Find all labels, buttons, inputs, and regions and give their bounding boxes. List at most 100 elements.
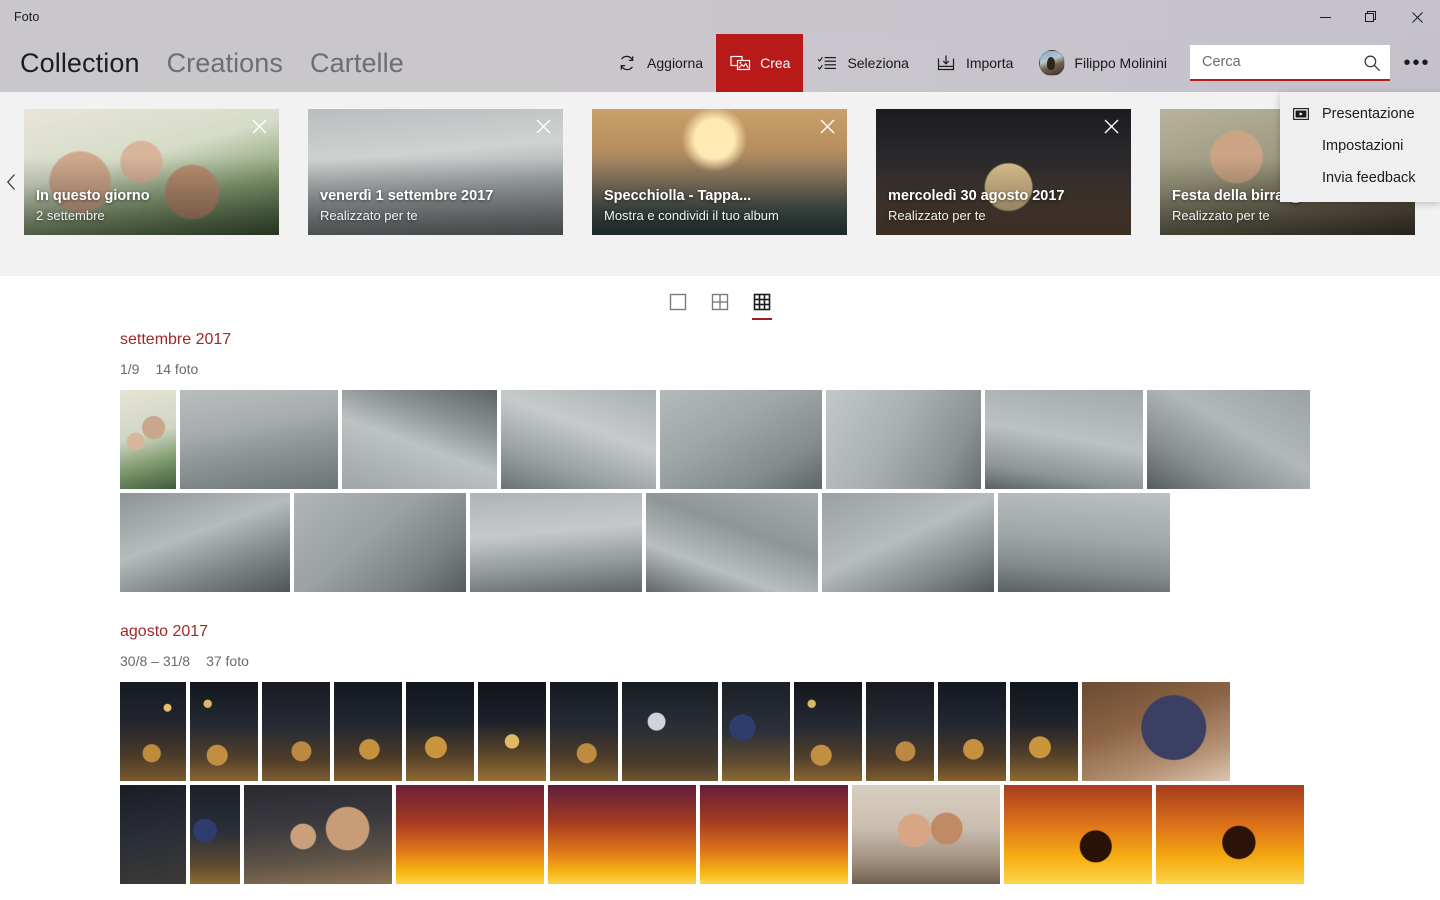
photo-tile[interactable] xyxy=(1004,785,1152,884)
restore-button[interactable] xyxy=(1348,0,1394,34)
select-button[interactable]: Seleziona xyxy=(803,34,922,92)
photo-tile[interactable] xyxy=(1147,390,1310,489)
card-close-button[interactable] xyxy=(1100,115,1122,137)
card-close-button[interactable] xyxy=(248,115,270,137)
more-options-button[interactable]: ••• xyxy=(1394,34,1440,92)
photo-tile[interactable] xyxy=(120,785,186,884)
photo-tile[interactable] xyxy=(180,390,338,489)
photo-tile[interactable] xyxy=(478,682,546,781)
carousel-card[interactable]: Specchiolla - Tappa... Mostra e condivid… xyxy=(592,109,847,235)
app-header: Collection Creations Cartelle Aggiorna C… xyxy=(0,34,1440,92)
photo-tile[interactable] xyxy=(722,682,790,781)
photo-tile[interactable] xyxy=(1156,785,1304,884)
photo-thumbnail xyxy=(794,682,862,781)
photo-tile[interactable] xyxy=(334,682,402,781)
tab-creations[interactable]: Creations xyxy=(167,49,283,77)
import-button[interactable]: Importa xyxy=(922,34,1026,92)
photo-tile[interactable] xyxy=(985,390,1143,489)
photo-thumbnail xyxy=(342,390,497,489)
section-photo-count: 14 foto xyxy=(155,361,199,377)
photo-tile[interactable] xyxy=(550,682,618,781)
photo-thumbnail xyxy=(120,682,186,781)
menu-item-impostazioni[interactable]: Impostazioni xyxy=(1280,130,1440,162)
view-large-underline xyxy=(668,318,688,320)
menu-item-presentazione[interactable]: Presentazione xyxy=(1280,98,1440,130)
photo-tile[interactable] xyxy=(501,390,656,489)
carousel-prev-button[interactable] xyxy=(0,92,24,276)
card-text: mercoledì 30 agosto 2017 Realizzato per … xyxy=(888,187,1065,225)
photo-tile[interactable] xyxy=(406,682,474,781)
view-medium-button[interactable] xyxy=(705,287,735,321)
photo-tile[interactable] xyxy=(622,682,718,781)
minimize-button[interactable] xyxy=(1302,0,1348,34)
photo-thumbnail xyxy=(244,785,392,884)
view-large-button[interactable] xyxy=(663,287,693,321)
card-close-button[interactable] xyxy=(816,115,838,137)
photo-tile[interactable] xyxy=(244,785,392,884)
photo-tile[interactable] xyxy=(470,493,642,592)
search-input[interactable] xyxy=(1190,45,1390,79)
view-small-underline xyxy=(752,318,772,320)
menu-label-impostazioni: Impostazioni xyxy=(1322,138,1404,154)
refresh-button[interactable]: Aggiorna xyxy=(603,34,716,92)
photo-tile[interactable] xyxy=(120,390,176,489)
photo-tile[interactable] xyxy=(294,493,466,592)
command-bar: Aggiorna Crea Seleziona Importa Filippo … xyxy=(603,34,1440,92)
photo-thumbnail xyxy=(722,682,790,781)
photo-thumbnail xyxy=(180,390,338,489)
photo-tile[interactable] xyxy=(826,390,981,489)
photo-tile[interactable] xyxy=(120,682,186,781)
carousel-cards: In questo giorno 2 settembre venerdì 1 s… xyxy=(24,109,1415,235)
card-text: venerdì 1 settembre 2017 Realizzato per … xyxy=(320,187,493,225)
photo-tile[interactable] xyxy=(852,785,1000,884)
menu-item-invia-feedback[interactable]: Invia feedback xyxy=(1280,162,1440,194)
photo-thumbnail xyxy=(826,390,981,489)
photo-tile[interactable] xyxy=(822,493,994,592)
photo-tile[interactable] xyxy=(190,682,258,781)
photo-tile[interactable] xyxy=(120,493,290,592)
photo-thumbnail xyxy=(822,493,994,592)
photo-tile[interactable] xyxy=(190,785,240,884)
carousel-card[interactable]: venerdì 1 settembre 2017 Realizzato per … xyxy=(308,109,563,235)
photo-tile[interactable] xyxy=(646,493,818,592)
photo-tile[interactable] xyxy=(866,682,934,781)
photo-tile[interactable] xyxy=(700,785,848,884)
photo-collection[interactable]: settembre 2017 1/9 14 foto agosto 2017 3… xyxy=(0,332,1440,900)
photo-tile[interactable] xyxy=(660,390,822,489)
photo-row xyxy=(120,785,1440,884)
view-small-button[interactable] xyxy=(747,287,777,321)
photo-thumbnail xyxy=(478,682,546,781)
account-button[interactable]: Filippo Molinini xyxy=(1026,34,1180,92)
menu-label-invia-feedback: Invia feedback xyxy=(1322,170,1416,186)
photo-tile[interactable] xyxy=(548,785,696,884)
card-subtitle: Mostra e condividi il tuo album xyxy=(604,208,779,224)
close-button[interactable] xyxy=(1394,0,1440,34)
carousel-card[interactable]: In questo giorno 2 settembre xyxy=(24,109,279,235)
photo-tile[interactable] xyxy=(998,493,1170,592)
photo-tile[interactable] xyxy=(938,682,1006,781)
search-box[interactable] xyxy=(1190,45,1390,81)
create-button[interactable]: Crea xyxy=(716,34,804,92)
view-medium-underline xyxy=(710,318,730,320)
photo-tile[interactable] xyxy=(396,785,544,884)
photo-tile[interactable] xyxy=(1010,682,1078,781)
card-close-button[interactable] xyxy=(532,115,554,137)
photo-tile[interactable] xyxy=(262,682,330,781)
import-label: Importa xyxy=(965,55,1014,71)
carousel-card[interactable]: mercoledì 30 agosto 2017 Realizzato per … xyxy=(876,109,1131,235)
section-title[interactable]: agosto 2017 xyxy=(120,624,1440,640)
tab-collection[interactable]: Collection xyxy=(20,49,140,77)
section-date-range: 30/8 – 31/8 xyxy=(120,653,191,669)
photo-thumbnail xyxy=(294,493,466,592)
section-meta: 1/9 14 foto xyxy=(120,361,1440,377)
photo-tile[interactable] xyxy=(794,682,862,781)
tab-cartelle[interactable]: Cartelle xyxy=(310,49,404,77)
refresh-label: Aggiorna xyxy=(647,55,704,71)
photo-thumbnail xyxy=(1010,682,1078,781)
section-title[interactable]: settembre 2017 xyxy=(120,332,1440,348)
photo-tile[interactable] xyxy=(342,390,497,489)
photo-row xyxy=(120,390,1440,489)
photo-tile[interactable] xyxy=(1082,682,1230,781)
search-icon[interactable] xyxy=(1363,54,1381,77)
card-title: venerdì 1 settembre 2017 xyxy=(320,188,494,205)
